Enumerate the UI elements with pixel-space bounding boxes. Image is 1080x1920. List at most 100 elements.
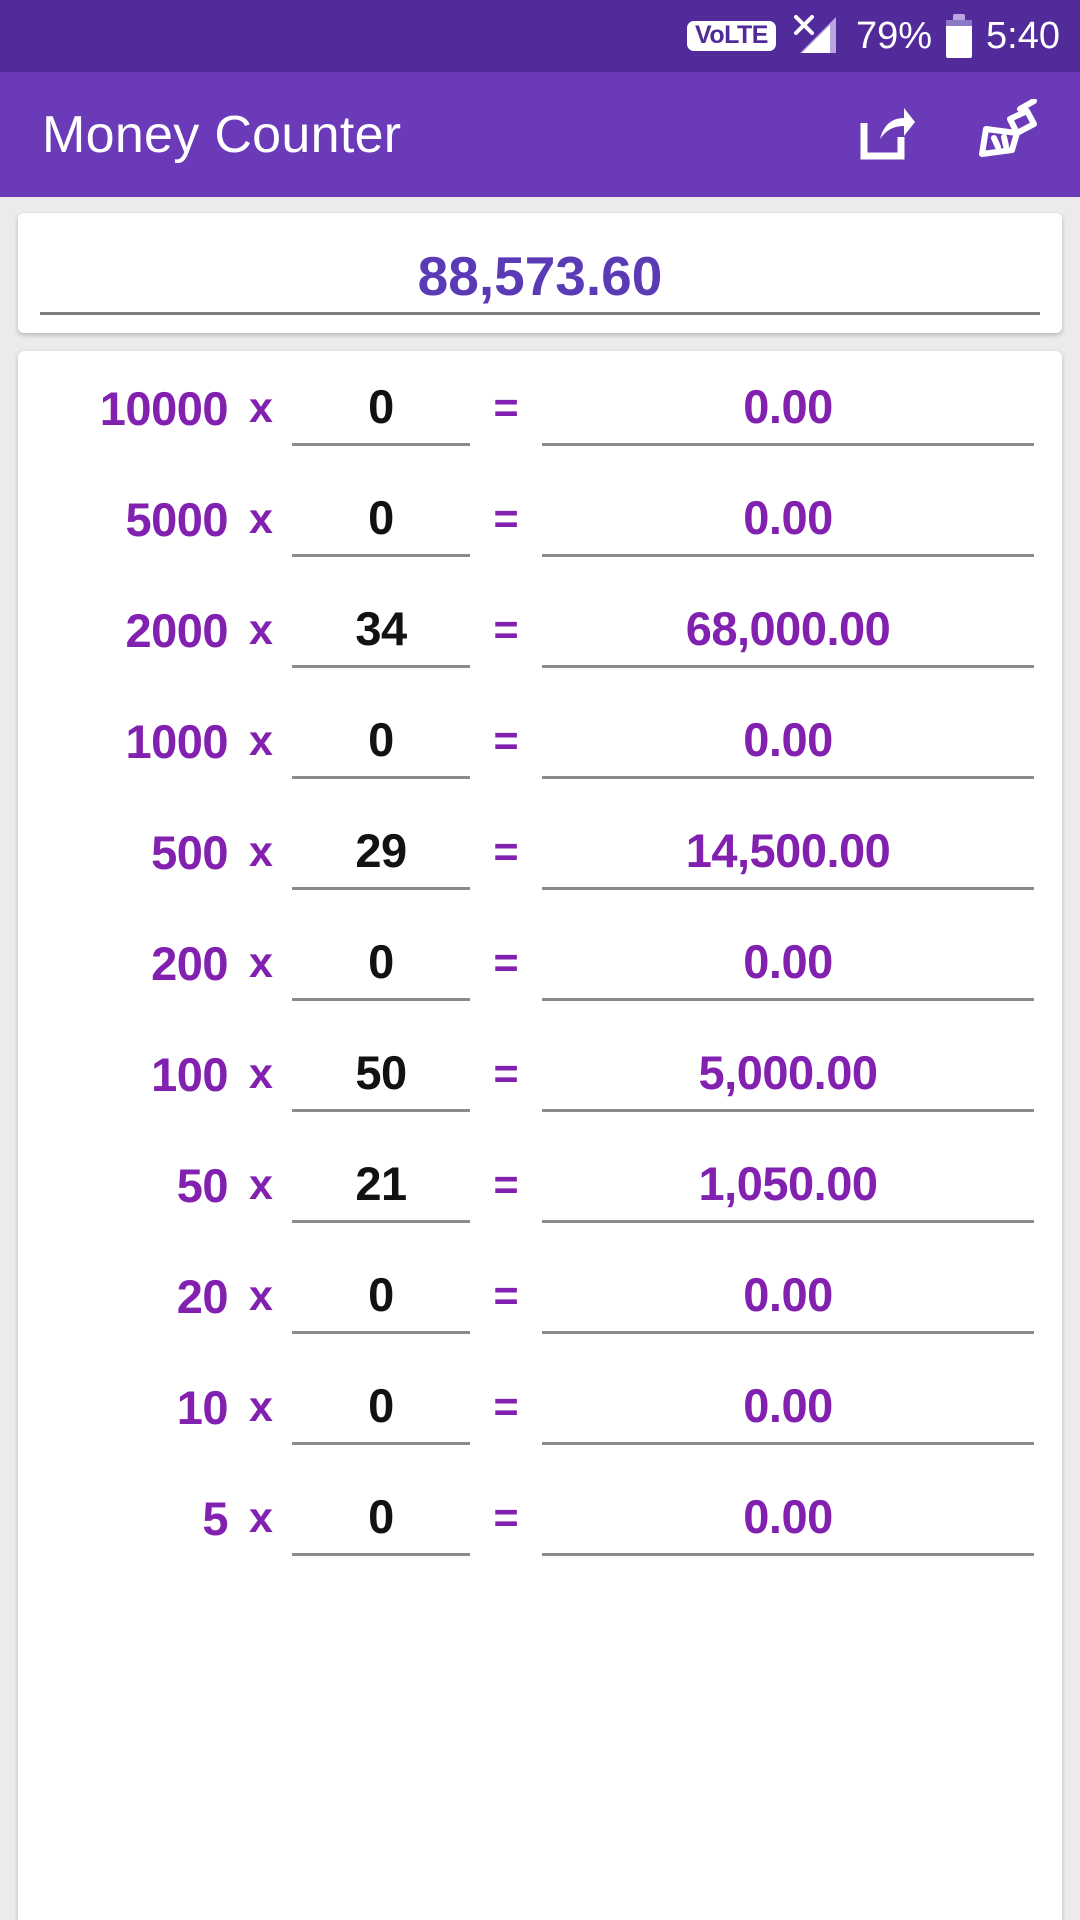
app-bar-actions <box>848 98 1044 172</box>
amount-field: 5,000.00 <box>542 1041 1034 1112</box>
quantity-value: 0 <box>368 1379 394 1432</box>
quantity-value: 50 <box>355 1046 407 1099</box>
amount-underline <box>542 998 1034 1001</box>
denomination-row: 5000 x 0 = 0.00 <box>18 476 1062 587</box>
quantity-underline <box>292 443 470 446</box>
equals-symbol: = <box>493 1383 519 1431</box>
quantity-underline <box>292 998 470 1001</box>
multiply-symbol: x <box>249 939 273 987</box>
amount-underline <box>542 776 1034 779</box>
share-button[interactable] <box>848 98 922 172</box>
equals-symbol: = <box>493 384 519 432</box>
total-card: 88,573.60 <box>18 213 1062 333</box>
equals-symbol: = <box>493 828 519 876</box>
multiply-symbol: x <box>249 1494 273 1542</box>
quantity-value: 29 <box>355 824 407 877</box>
denomination-label: 10 <box>176 1381 229 1434</box>
denomination-row: 200 x 0 = 0.00 <box>18 920 1062 1031</box>
amount-field: 0.00 <box>542 486 1034 557</box>
quantity-input[interactable]: 0 <box>292 1263 470 1334</box>
equals-symbol: = <box>493 939 519 987</box>
amount-value: 0.00 <box>743 713 833 766</box>
multiply-symbol: x <box>249 828 273 876</box>
quantity-underline <box>292 887 470 890</box>
multiply-symbol: x <box>249 1272 273 1320</box>
denomination-label: 200 <box>151 937 228 990</box>
amount-underline <box>542 665 1034 668</box>
amount-value: 0.00 <box>743 491 833 544</box>
quantity-input[interactable]: 29 <box>292 819 470 890</box>
denomination-label: 5 <box>202 1492 228 1545</box>
broom-clear-icon <box>972 98 1042 170</box>
quantity-input[interactable]: 0 <box>292 930 470 1001</box>
amount-underline <box>542 887 1034 890</box>
quantity-underline <box>292 1331 470 1334</box>
quantity-value: 34 <box>355 602 407 655</box>
equals-symbol: = <box>493 495 519 543</box>
quantity-value: 21 <box>355 1157 407 1210</box>
quantity-value: 0 <box>368 380 394 433</box>
quantity-input[interactable]: 50 <box>292 1041 470 1112</box>
battery-percent-label: 79% <box>855 15 933 57</box>
denomination-label: 1000 <box>125 715 228 768</box>
denomination-row: 1000 x 0 = 0.00 <box>18 698 1062 809</box>
amount-value: 14,500.00 <box>685 824 891 877</box>
equals-symbol: = <box>493 1494 519 1542</box>
quantity-input[interactable]: 0 <box>292 486 470 557</box>
amount-underline <box>542 1331 1034 1334</box>
denomination-row: 2000 x 34 = 68,000.00 <box>18 587 1062 698</box>
denomination-label: 2000 <box>125 604 228 657</box>
multiply-symbol: x <box>249 1161 273 1209</box>
amount-value: 5,000.00 <box>698 1046 878 1099</box>
amount-field: 68,000.00 <box>542 597 1034 668</box>
quantity-input[interactable]: 21 <box>292 1152 470 1223</box>
volte-icon: VoLTE <box>687 21 776 51</box>
amount-field: 0.00 <box>542 1485 1034 1556</box>
denomination-rows: 10000 x 0 = 0.00 5000 x 0 = 0.00 2000 x 34 = 68,000.00… <box>18 365 1062 1586</box>
app-bar: Money Counter <box>0 72 1080 197</box>
amount-value: 0.00 <box>743 380 833 433</box>
denomination-row: 10000 x 0 = 0.00 <box>18 365 1062 476</box>
quantity-underline <box>292 1553 470 1556</box>
clear-button[interactable] <box>970 98 1044 172</box>
equals-symbol: = <box>493 606 519 654</box>
denomination-row: 50 x 21 = 1,050.00 <box>18 1142 1062 1253</box>
amount-value: 0.00 <box>743 1268 833 1321</box>
denomination-list-card: 10000 x 0 = 0.00 5000 x 0 = 0.00 2000 x 34 = 68,000.00… <box>18 351 1062 1920</box>
status-bar: VoLTE 79% 5:40 <box>0 0 1080 72</box>
total-underline <box>40 312 1040 315</box>
amount-value: 68,000.00 <box>685 602 891 655</box>
amount-value: 0.00 <box>743 1490 833 1543</box>
amount-underline <box>542 1220 1034 1223</box>
denomination-row: 20 x 0 = 0.00 <box>18 1253 1062 1364</box>
equals-symbol: = <box>493 1050 519 1098</box>
denomination-label: 10000 <box>99 382 229 435</box>
amount-value: 1,050.00 <box>698 1157 878 1210</box>
quantity-underline <box>292 1220 470 1223</box>
clock-label: 5:40 <box>986 15 1060 57</box>
denomination-row: 5 x 0 = 0.00 <box>18 1475 1062 1586</box>
amount-field: 0.00 <box>542 375 1034 446</box>
quantity-input[interactable]: 0 <box>292 708 470 779</box>
denomination-label: 5000 <box>125 493 228 546</box>
quantity-underline <box>292 554 470 557</box>
quantity-value: 0 <box>368 713 394 766</box>
denomination-row: 10 x 0 = 0.00 <box>18 1364 1062 1475</box>
amount-field: 0.00 <box>542 930 1034 1001</box>
quantity-input[interactable]: 0 <box>292 375 470 446</box>
quantity-underline <box>292 1442 470 1445</box>
signal-no-service-icon <box>790 13 842 59</box>
amount-underline <box>542 554 1034 557</box>
quantity-value: 0 <box>368 491 394 544</box>
multiply-symbol: x <box>249 384 273 432</box>
quantity-input[interactable]: 0 <box>292 1374 470 1445</box>
multiply-symbol: x <box>249 1383 273 1431</box>
amount-underline <box>542 1109 1034 1112</box>
multiply-symbol: x <box>249 717 273 765</box>
quantity-input[interactable]: 34 <box>292 597 470 668</box>
quantity-value: 0 <box>368 1490 394 1543</box>
denomination-label: 50 <box>176 1159 229 1212</box>
multiply-symbol: x <box>249 495 273 543</box>
quantity-input[interactable]: 0 <box>292 1485 470 1556</box>
amount-field: 0.00 <box>542 1374 1034 1445</box>
